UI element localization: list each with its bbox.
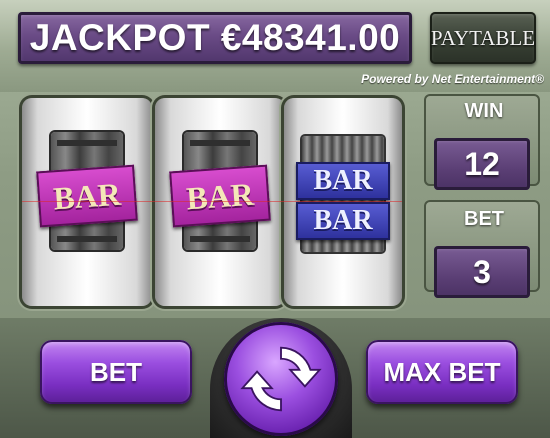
bar-symbol-label: BAR (52, 175, 122, 216)
double-bar-symbol-bottom: BAR (296, 202, 390, 240)
paytable-label: PAYTABLE (430, 25, 536, 50)
spin-button[interactable] (224, 322, 338, 436)
bar-symbol: BAR (36, 164, 138, 228)
win-label: WIN (464, 100, 504, 122)
paytable-button[interactable]: PAYTABLE (430, 12, 536, 64)
reel-1: BAR (22, 98, 152, 306)
reel-3: BAR BAR (284, 98, 402, 306)
jackpot-text: JACKPOT €48341.00 (29, 17, 401, 58)
payline (22, 201, 402, 202)
win-value: 12 (464, 145, 500, 182)
double-bar-label-bottom: BAR (313, 205, 373, 236)
bet-display: 3 (434, 246, 530, 298)
bet-button[interactable]: BET (40, 340, 192, 404)
max-bet-button[interactable]: MAX BET (366, 340, 518, 404)
double-bar-label-top: BAR (313, 165, 373, 196)
max-bet-button-label: MAX BET (383, 356, 501, 387)
bet-value: 3 (473, 253, 491, 290)
spin-arrows-icon (240, 346, 322, 412)
powered-by-text: Powered by Net Entertainment® (361, 72, 544, 86)
bar-symbol: BAR (169, 164, 271, 228)
win-display: 12 (434, 138, 530, 190)
bet-label: BET (464, 208, 504, 230)
bet-button-label: BET (90, 356, 142, 387)
reel-2: BAR (155, 98, 285, 306)
jackpot-display: JACKPOT €48341.00 (18, 12, 412, 64)
bar-symbol-label: BAR (185, 175, 255, 216)
double-bar-symbol-top: BAR (296, 162, 390, 200)
